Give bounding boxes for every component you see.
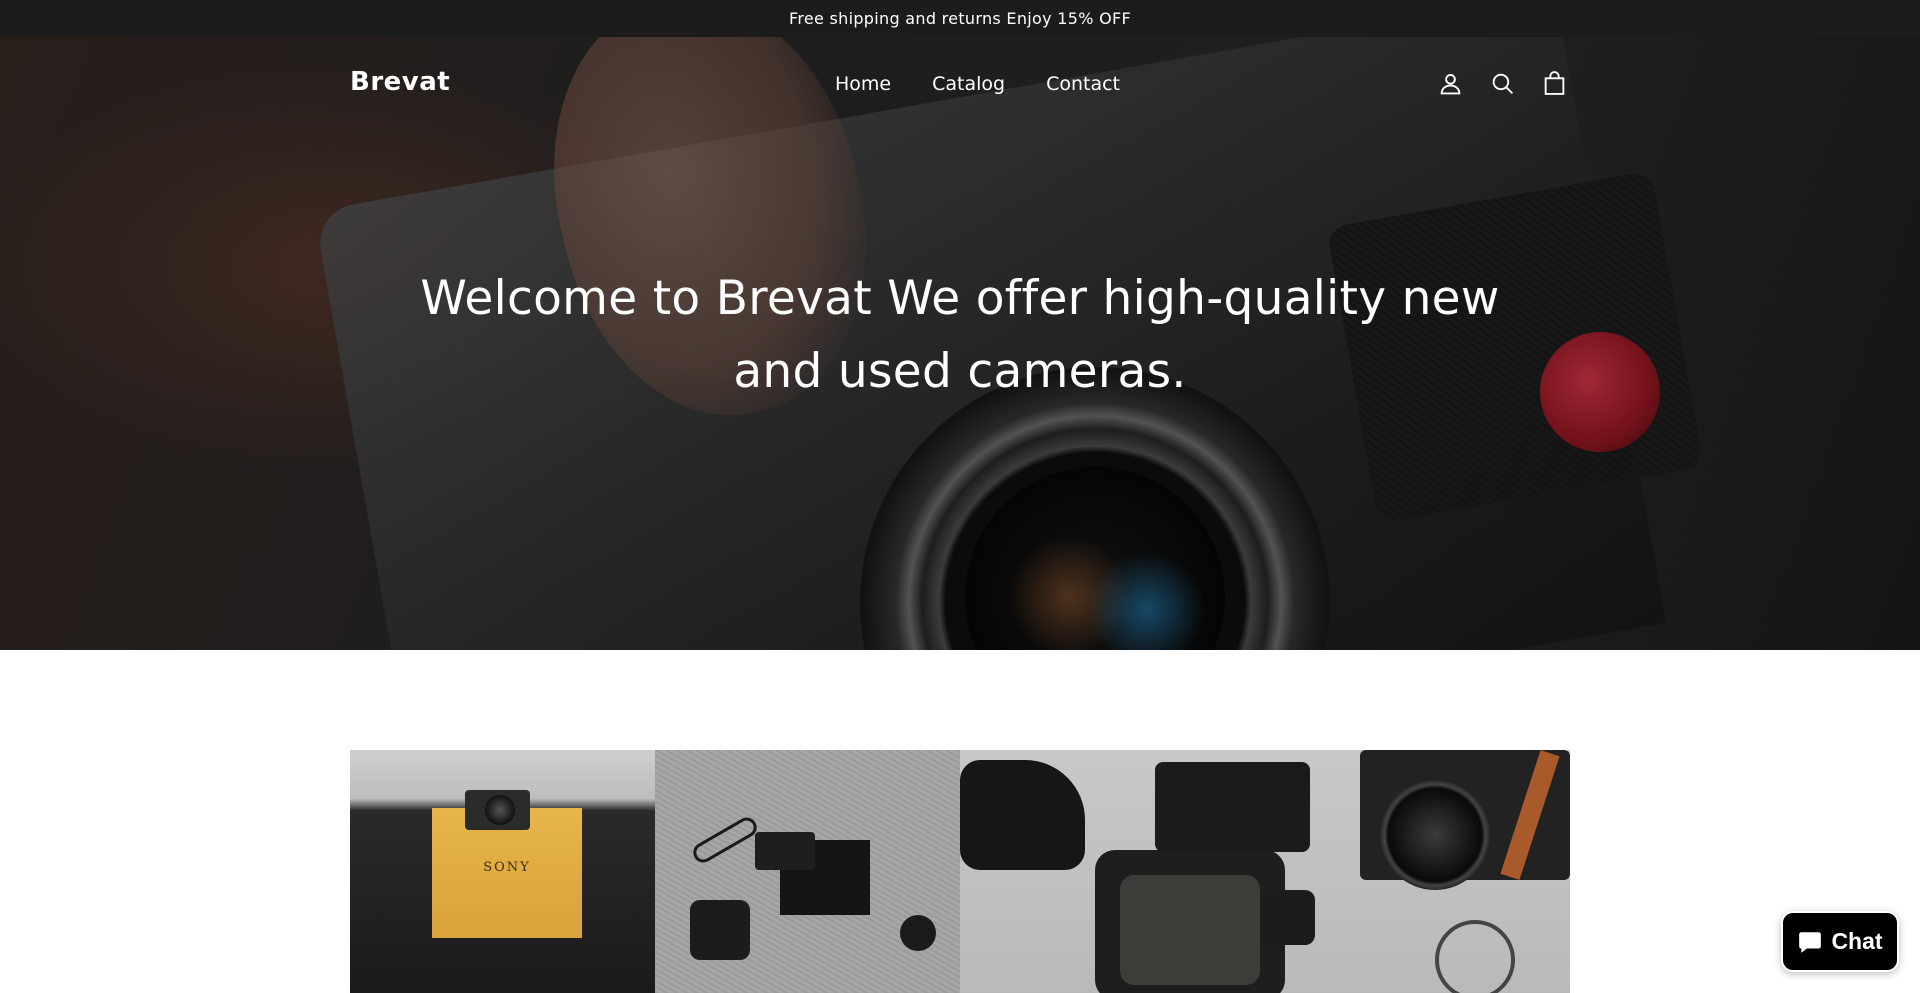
product-collage: SONY: [350, 750, 1570, 993]
collage-image-sony[interactable]: SONY: [350, 750, 655, 993]
header-icons: [1438, 71, 1567, 96]
battery-charger: [1155, 762, 1310, 852]
rangefinder-lens: [1380, 780, 1490, 890]
chat-button[interactable]: Chat: [1781, 911, 1899, 972]
lens-cap: [900, 915, 936, 951]
search-icon[interactable]: [1490, 71, 1515, 96]
collage-image-compact-camera[interactable]: [655, 750, 960, 993]
nav-item-catalog[interactable]: Catalog: [932, 73, 1005, 95]
small-pouch: [1260, 890, 1315, 945]
filter-ring: [1435, 920, 1515, 993]
camera-strap: [689, 813, 761, 867]
hero-title: Welcome to Brevat We offer high-quality …: [420, 271, 1500, 399]
site-header: Brevat Home Catalog Contact: [0, 37, 1920, 133]
site-logo[interactable]: Brevat: [350, 67, 450, 97]
main-nav: Home Catalog Contact: [835, 73, 1120, 95]
chat-label: Chat: [1831, 928, 1883, 954]
announcement-bar: Free shipping and returns Enjoy 15% OFF: [0, 0, 1920, 37]
compact-camera: [755, 832, 815, 870]
chat-icon: [1799, 931, 1822, 953]
cart-icon[interactable]: [1542, 71, 1567, 96]
account-icon[interactable]: [1438, 71, 1463, 96]
filter-case-inner: [1120, 875, 1260, 985]
announcement-text: Free shipping and returns Enjoy 15% OFF: [788, 9, 1132, 28]
lens-hood: [960, 760, 1085, 870]
nav-item-contact[interactable]: Contact: [1046, 73, 1120, 95]
sony-box-label: SONY: [483, 860, 531, 875]
sony-camera-lens: [485, 795, 515, 825]
collage-image-leica-kit[interactable]: [960, 750, 1570, 993]
nav-item-home[interactable]: Home: [835, 73, 891, 95]
camera-pouch: [690, 900, 750, 960]
